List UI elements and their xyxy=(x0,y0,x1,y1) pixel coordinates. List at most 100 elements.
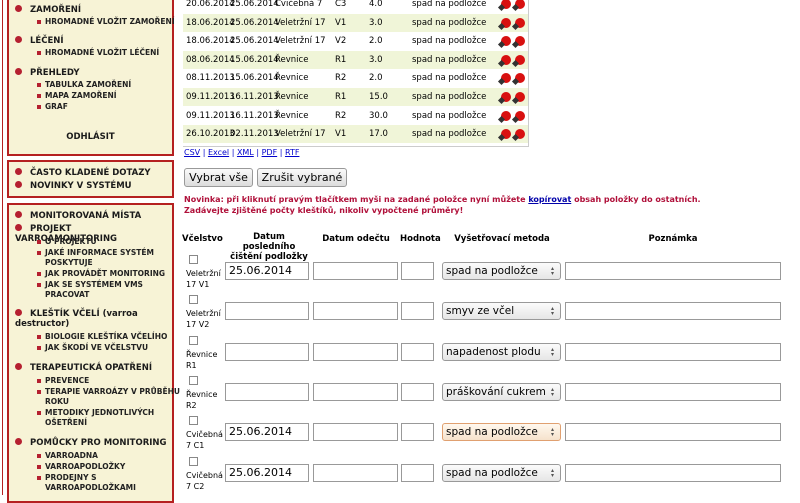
sidebar-subitem-prevention[interactable]: PREVENCE xyxy=(37,376,183,386)
last-clean-date-input[interactable] xyxy=(225,302,309,321)
sidebar-accent-line xyxy=(2,0,3,495)
delete-icon[interactable] xyxy=(515,17,525,28)
value-input[interactable] xyxy=(401,342,434,361)
value-input[interactable] xyxy=(401,463,434,482)
sidebar-subitem-map[interactable]: MAPA ZAMOŘENÍ xyxy=(37,91,183,101)
copy-link[interactable]: kopírovat xyxy=(528,195,571,204)
sidebar-item-varroa[interactable]: KLEŠTÍK VČELÍ (varroa destructor) xyxy=(15,309,173,329)
sidebar-subitem-bulk-infest[interactable]: HROMADNÉ VLOŽIT ZAMOŘENÍ xyxy=(37,17,183,27)
delete-icon[interactable] xyxy=(515,54,525,65)
sidebar-item-tools[interactable]: POMŮCKY PRO MONITORING xyxy=(15,438,173,448)
note-input[interactable] xyxy=(565,302,781,321)
row-checkbox[interactable] xyxy=(189,335,198,345)
row-checkbox[interactable] xyxy=(189,416,198,426)
sidebar-subitem-methods[interactable]: METODIKY JEDNOTLIVÝCH OŠETŘENÍ xyxy=(37,408,183,428)
delete-icon[interactable] xyxy=(515,36,525,47)
sidebar-subitem-bulk-treat[interactable]: HROMADNÉ VLOŽIT LÉČENÍ xyxy=(37,48,183,58)
cell-date-to: 15.06.2014 xyxy=(230,54,279,65)
chevron-updown-icon: ▴▾ xyxy=(551,426,555,439)
cell-code: R2 xyxy=(335,110,347,121)
sidebar-subitem-damage[interactable]: JAK ŠKODÍ VE VČELSTVU xyxy=(37,343,183,353)
method-select[interactable]: spad na podložce ▴▾ xyxy=(442,463,561,482)
sidebar-item-zamoreni[interactable]: ZAMOŘENÍ xyxy=(15,5,173,15)
delete-icon[interactable] xyxy=(515,92,525,102)
cell-date-from: 20.06.2014 xyxy=(186,0,235,9)
sidebar-subitem-about[interactable]: O PROJEKTU xyxy=(37,237,183,247)
last-clean-date-input[interactable]: 25.06.2014 xyxy=(225,262,309,280)
logout-link[interactable]: ODHLÁSIT xyxy=(9,132,172,142)
edit-icon[interactable] xyxy=(501,129,511,140)
chevron-updown-icon: ▴▾ xyxy=(551,385,555,398)
sidebar-item-therapy[interactable]: TERAPEUTICKÁ OPATŘENÍ xyxy=(15,363,173,373)
read-date-input[interactable] xyxy=(313,342,398,361)
table-row: 20.06.2014 25.06.2014 Cvičebná 7 C3 4.0 spad … xyxy=(183,0,528,13)
note-input[interactable] xyxy=(565,262,781,280)
cell-date-to: 25.06.2014 xyxy=(230,36,279,47)
sidebar-item-faq[interactable]: ČASTO KLADENÉ DOTAZY xyxy=(15,168,173,178)
value-input[interactable] xyxy=(401,302,434,321)
method-select[interactable]: napadenost plodu ▴▾ xyxy=(442,342,561,361)
header-note: Poznámka xyxy=(648,234,698,244)
note-input[interactable] xyxy=(565,423,781,442)
sidebar-item-prehledy[interactable]: PŘEHLEDY xyxy=(15,68,173,78)
row-checkbox[interactable] xyxy=(189,295,198,305)
delete-icon[interactable] xyxy=(515,110,525,121)
edit-icon[interactable] xyxy=(501,110,511,121)
select-all-button[interactable]: Vybrat vše xyxy=(184,168,253,187)
method-select[interactable]: práškování cukrem ▴▾ xyxy=(442,382,561,401)
last-clean-date-input[interactable] xyxy=(225,342,309,361)
sidebar-subitem-howto-vms[interactable]: JAK SE SYSTÉMEM VMS PRACOVAT xyxy=(37,280,183,300)
row-checkbox[interactable] xyxy=(189,456,198,466)
export-pdf-link[interactable]: PDF xyxy=(262,148,278,157)
sidebar-item-leceni[interactable]: LÉČENÍ xyxy=(15,36,173,46)
value-input[interactable] xyxy=(401,423,434,442)
export-xml-link[interactable]: XML xyxy=(237,148,254,157)
read-date-input[interactable] xyxy=(313,423,398,442)
delete-icon[interactable] xyxy=(515,0,525,9)
last-clean-date-input[interactable]: 25.06.2014 xyxy=(225,423,309,442)
note-input[interactable] xyxy=(565,382,781,401)
sidebar-subitem-varroadna[interactable]: VARROADNA xyxy=(37,451,183,461)
delete-icon[interactable] xyxy=(515,73,525,84)
sidebar-subitem-pads[interactable]: VARROAPODLOŽKY xyxy=(37,462,183,472)
note-input[interactable] xyxy=(565,463,781,482)
sidebar-subitem-biology[interactable]: BIOLOGIE KLEŠTÍKA VČELÍHO xyxy=(37,332,183,342)
cell-code: V1 xyxy=(335,129,347,140)
delete-icon[interactable] xyxy=(515,129,525,140)
sidebar-subitem-graph[interactable]: GRAF xyxy=(37,102,183,112)
read-date-input[interactable] xyxy=(313,463,398,482)
edit-icon[interactable] xyxy=(501,17,511,28)
read-date-input[interactable] xyxy=(313,262,398,280)
sidebar-subitem-therapy-year[interactable]: TERAPIE VARROÁZY V PRŮBĚHU ROKU xyxy=(37,387,183,407)
method-select[interactable]: spad na podložce ▴▾ xyxy=(442,423,561,442)
sidebar-subitem-howto-monitor[interactable]: JAK PROVÁDĚT MONITORING xyxy=(37,269,183,279)
edit-icon[interactable] xyxy=(501,0,511,9)
export-rtf-link[interactable]: RTF xyxy=(285,148,299,157)
export-excel-link[interactable]: Excel xyxy=(208,148,229,157)
cell-place: Veletržní 17 xyxy=(275,36,326,47)
export-csv-link[interactable]: CSV xyxy=(184,148,200,157)
bullet-icon xyxy=(15,211,22,218)
cell-date-from: 09.11.2013 xyxy=(186,92,235,102)
edit-icon[interactable] xyxy=(501,73,511,84)
row-checkbox[interactable] xyxy=(189,375,198,385)
deselect-button[interactable]: Zrušit vybrané xyxy=(257,168,347,187)
note-input[interactable] xyxy=(565,342,781,361)
value-input[interactable] xyxy=(401,262,434,280)
edit-icon[interactable] xyxy=(501,54,511,65)
edit-icon[interactable] xyxy=(501,36,511,47)
value-input[interactable] xyxy=(401,382,434,401)
sidebar-subitem-info[interactable]: JAKÉ INFORMACE SYSTÉM POSKYTUJE xyxy=(37,248,183,268)
sidebar-subitem-table[interactable]: TABULKA ZAMOŘENÍ xyxy=(37,80,183,90)
last-clean-date-input[interactable] xyxy=(225,382,309,401)
sidebar-item-monitored-places[interactable]: MONITOROVANÁ MÍSTA xyxy=(15,211,173,221)
sidebar-subitem-shops[interactable]: PRODEJNY S VARROAPODLOŽKAMI xyxy=(37,473,183,493)
read-date-input[interactable] xyxy=(313,302,398,321)
edit-icon[interactable] xyxy=(501,92,511,102)
method-select[interactable]: smyv ze včel ▴▾ xyxy=(442,302,561,321)
last-clean-date-input[interactable]: 25.06.2014 xyxy=(225,463,309,482)
sidebar-item-news[interactable]: NOVINKY V SYSTÉMU xyxy=(15,181,173,191)
method-select[interactable]: spad na podložce ▴▾ xyxy=(442,262,561,280)
read-date-input[interactable] xyxy=(313,382,398,401)
row-checkbox[interactable] xyxy=(189,255,198,264)
